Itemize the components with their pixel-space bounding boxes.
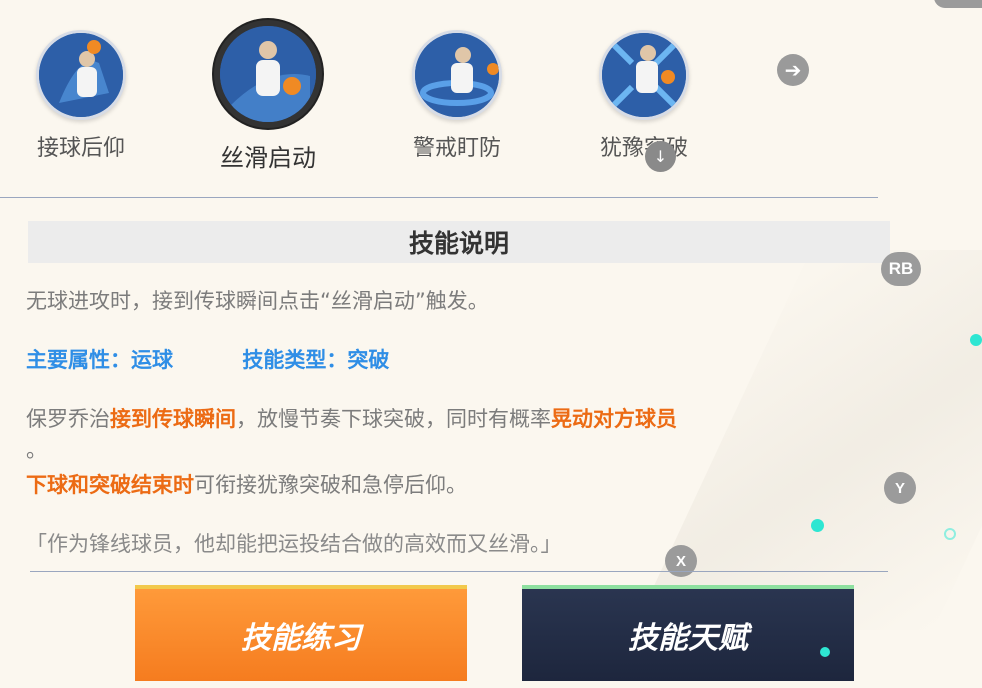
x-button-icon[interactable]: X	[665, 545, 697, 577]
player-quote: 「作为锋线球员，他却能把运投结合做的高效而又丝滑。」	[26, 532, 562, 556]
detail-line-2: 下球和突破结束时可衔接犹豫突破和急停后仰。	[26, 470, 467, 501]
detail-line-1: 保罗乔治接到传球瞬间，放慢节奏下球突破，同时有概率晃动对方球员。	[26, 404, 876, 466]
skill-item-guard-defense[interactable]: 警戒盯防	[412, 30, 502, 162]
hesitation-drive-icon	[599, 30, 689, 120]
rb-button-icon[interactable]: RB	[881, 252, 921, 286]
skill-type: 技能类型：突破	[242, 348, 390, 372]
detail-text: ，放慢节奏下球突破，同时有概率	[236, 407, 551, 431]
skill-label: 警戒盯防	[412, 136, 501, 161]
skill-item-hesitation-drive[interactable]: 犹豫突破	[599, 30, 689, 162]
skill-item-catch-fadeaway[interactable]: 接球后仰	[36, 30, 126, 162]
main-attribute: 主要属性：运球	[26, 348, 173, 372]
detail-text: 。	[26, 438, 47, 462]
decor-ring	[944, 528, 956, 540]
skill-label: 丝滑启动	[220, 144, 316, 172]
divider-top	[0, 197, 878, 198]
detail-text: 保罗乔治	[26, 407, 110, 431]
skill-practice-button[interactable]: 技能练习	[135, 585, 467, 681]
description-header: 技能说明	[28, 221, 890, 263]
detail-text: 可衔接犹豫突破和急停后仰。	[194, 473, 467, 497]
down-arrow-icon[interactable]: ↓	[645, 141, 676, 172]
top-right-tag	[934, 0, 982, 8]
y-button-icon[interactable]: Y	[884, 472, 916, 504]
highlight-text: 接到传球瞬间	[110, 407, 236, 431]
divider-bottom	[30, 571, 888, 572]
highlight-text: 下球和突破结束时	[26, 473, 194, 497]
next-arrow-icon[interactable]: ➔	[777, 54, 809, 86]
skill-selector: 接球后仰 丝滑启动 警戒盯防 犹豫突破 ➔ ↓	[0, 0, 880, 190]
guard-defense-icon	[412, 30, 502, 120]
highlight-text: 晃动对方球员	[551, 407, 677, 431]
skill-talent-button[interactable]: 技能天赋	[522, 585, 854, 681]
decor-dot	[811, 519, 824, 532]
decor-dot	[820, 647, 830, 657]
catch-fadeaway-icon	[36, 30, 126, 120]
skill-item-silky-start[interactable]: 丝滑启动	[214, 20, 322, 173]
decor-dot	[970, 334, 982, 346]
trigger-text: 无球进攻时，接到传球瞬间点击“丝滑启动”触发。	[26, 289, 489, 313]
attribute-line: 主要属性：运球 技能类型：突破	[26, 345, 389, 376]
skill-label: 接球后仰	[36, 136, 125, 161]
silky-start-icon	[214, 20, 322, 128]
